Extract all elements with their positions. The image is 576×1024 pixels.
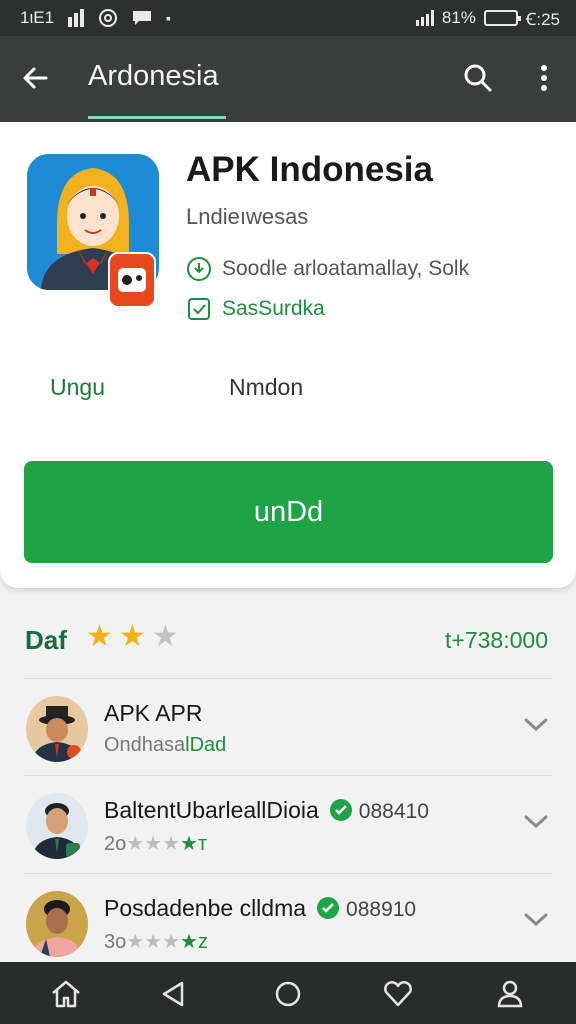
badge-face-illustration	[118, 268, 146, 292]
list-item-title: APK APR	[104, 700, 203, 726]
list-item-title-text: Posdadenbe clldma	[104, 895, 307, 921]
chat-bubble-icon	[133, 11, 152, 25]
avatar-illustration	[26, 793, 88, 859]
home-icon	[52, 980, 80, 1008]
verified-check-icon	[329, 799, 352, 821]
app-bar: Ardonesia	[0, 36, 576, 122]
tab-nmdon[interactable]: Nmdon	[229, 374, 303, 401]
avatar	[26, 793, 88, 859]
signal-small-icon	[68, 9, 85, 27]
person-icon	[497, 980, 523, 1008]
green-stars: ★ᴛ	[180, 833, 208, 855]
more-options-button[interactable]	[526, 60, 562, 96]
subtitle-green: lDad	[185, 734, 227, 756]
list-item-subtitle: OndhasalDad	[104, 734, 226, 757]
more-vert-icon	[541, 65, 547, 91]
verified-check-icon	[317, 897, 340, 919]
subtitle-gray: Ondhasa	[104, 734, 186, 756]
list-item-number: 088910	[346, 898, 417, 921]
check-box-icon	[188, 298, 210, 320]
nav-favorite-button[interactable]	[380, 976, 416, 1012]
rating-stars: ★ ★ ★	[86, 622, 179, 652]
star-icon: ★	[118, 620, 146, 653]
rating-count: t+738:000	[445, 627, 548, 653]
arrow-left-icon	[23, 67, 48, 89]
star-icon: ★	[151, 620, 179, 653]
search-button[interactable]	[460, 60, 496, 96]
gray-stars: ★★★	[126, 931, 181, 953]
avatar-illustration	[26, 696, 88, 762]
status-bar: 1ιE1 ▪ 81% Ꞓ:25	[0, 0, 576, 36]
chevron-down-icon[interactable]	[520, 708, 552, 740]
list-item[interactable]: BaltentUbarleallDioia 088410 2o★★★★ᴛ	[0, 775, 576, 871]
battery-percent: 81%	[441, 8, 476, 27]
search-icon	[464, 64, 492, 92]
home-circle-icon	[275, 981, 301, 1007]
title-underline	[88, 116, 226, 119]
meta-row-download: Soodle arloatamallay, Solk	[186, 256, 469, 282]
list-item-rating: 3o★★★★ᴢ	[104, 929, 208, 954]
nav-home-button[interactable]	[48, 976, 84, 1012]
install-button[interactable]: unDd	[24, 461, 553, 563]
cell-signal-icon	[415, 10, 434, 26]
chevron-down-icon[interactable]	[520, 903, 552, 935]
status-dot-icon: ▪	[166, 10, 171, 26]
list-item-title: BaltentUbarleallDioia 088410	[104, 797, 429, 824]
status-left-text: 1ιE1	[20, 8, 55, 27]
rating-prefix: 3o	[104, 931, 127, 953]
nav-back-button[interactable]	[156, 976, 192, 1012]
list-item-number: 088410	[358, 800, 429, 823]
list-item[interactable]: Posdadenbe clldma 088910 3o★★★★ᴢ	[0, 873, 576, 969]
rating-row: Daf ★ ★ ★ t+738:000	[0, 610, 576, 670]
at-sign-icon	[99, 9, 118, 27]
green-stars: ★ᴢ	[180, 931, 208, 953]
back-triangle-icon	[162, 981, 184, 1007]
app-badge-icon	[108, 252, 156, 308]
avatar	[26, 891, 88, 957]
list-item-rating: 2o★★★★ᴛ	[104, 831, 207, 856]
meta-text-1: Soodle arloatamallay, Solk	[222, 257, 470, 280]
avatar	[26, 696, 88, 762]
heart-icon	[384, 981, 412, 1007]
app-name: APK Indonesia	[186, 150, 433, 189]
meta-text-2: SasSurdka	[222, 297, 325, 320]
rating-prefix: 2o	[104, 833, 127, 855]
star-icon: ★	[86, 620, 113, 653]
status-time: Ꞓ:25	[525, 9, 560, 29]
rating-label: Daf	[25, 625, 67, 655]
tab-ungu[interactable]: Ungu	[50, 374, 105, 401]
page-title: Ardonesia	[88, 60, 219, 92]
avatar-illustration	[26, 891, 88, 957]
chevron-down-icon[interactable]	[520, 805, 552, 837]
gray-stars: ★★★	[126, 833, 181, 855]
nav-overview-button[interactable]	[270, 976, 306, 1012]
list-item-title-text: BaltentUbarleallDioia	[104, 797, 319, 823]
battery-icon	[483, 10, 521, 26]
back-button[interactable]	[18, 60, 54, 96]
list-item-title: Posdadenbe clldma 088910	[104, 895, 416, 922]
list-item[interactable]: APK APR OndhasalDad	[0, 678, 576, 774]
meta-row-check: SasSurdka	[186, 296, 325, 322]
nav-profile-button[interactable]	[492, 976, 528, 1012]
app-details-card: APK Indonesia Lndieıwesas Soodle arloata…	[0, 122, 576, 588]
download-circle-icon	[187, 257, 211, 281]
bottom-nav-bar	[0, 962, 576, 1024]
app-developer: Lndieıwesas	[186, 204, 309, 229]
